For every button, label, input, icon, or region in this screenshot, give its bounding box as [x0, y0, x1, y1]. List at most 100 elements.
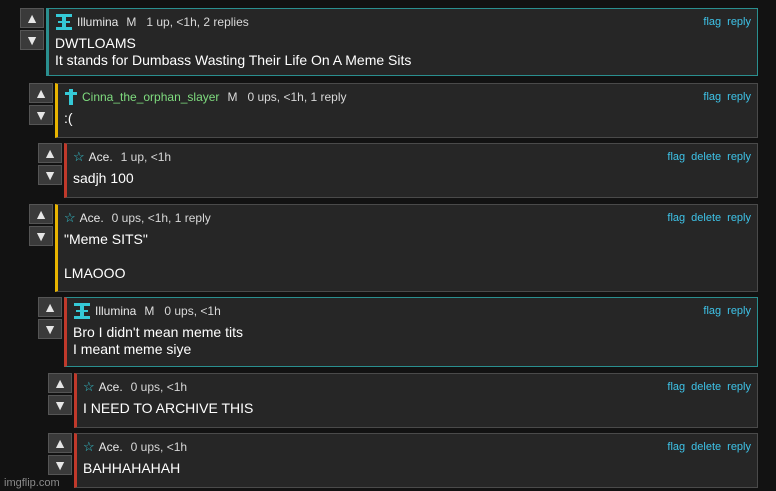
vote-controls: ▲ ▼ [20, 8, 46, 50]
upvote-button[interactable]: ▲ [38, 143, 62, 163]
comment-header: Cinna_the_orphan_slayer M 0 ups, <1h, 1 … [64, 88, 751, 106]
comment-body: DWTLOAMS It stands for Dumbass Wasting T… [55, 35, 749, 69]
downvote-button[interactable]: ▼ [38, 319, 62, 339]
comment-box: ☆ Ace. 0 ups, <1h, 1 reply flag delete r… [55, 204, 758, 292]
downvote-button[interactable]: ▼ [29, 105, 53, 125]
upvote-button[interactable]: ▲ [20, 8, 44, 28]
mod-badge: M [144, 304, 155, 318]
username[interactable]: Illumina [77, 15, 118, 29]
comment-meta: 1 up, <1h [120, 150, 172, 164]
reply-link[interactable]: reply [727, 441, 751, 453]
username[interactable]: Ace. [99, 380, 123, 394]
comment-box: ☆ Ace. 0 ups, <1h flag delete reply BAHH… [74, 433, 758, 488]
downvote-button[interactable]: ▼ [38, 165, 62, 185]
comment-header: ☆ Ace. 0 ups, <1h flag delete reply [83, 438, 751, 456]
illumina-badge-icon [55, 14, 73, 30]
username[interactable]: Ace. [80, 211, 104, 225]
comment-box: ☆ Ace. 1 up, <1h flag delete reply sadjh… [64, 143, 758, 198]
star-icon: ☆ [73, 149, 85, 164]
reply-link[interactable]: reply [727, 151, 751, 163]
flag-link[interactable]: flag [703, 91, 721, 103]
vote-controls: ▲ ▼ [29, 83, 55, 125]
downvote-button[interactable]: ▼ [29, 226, 53, 246]
delete-link[interactable]: delete [691, 212, 721, 224]
comment-header: Illumina M 0 ups, <1h flag reply [73, 302, 751, 320]
vote-controls: ▲ ▼ [29, 204, 55, 246]
reply-link[interactable]: reply [727, 305, 751, 317]
upvote-button[interactable]: ▲ [38, 297, 62, 317]
comment-6: ▲ ▼ ☆ Ace. 0 ups, <1h flag delete reply … [48, 373, 758, 428]
flag-link[interactable]: flag [667, 441, 685, 453]
upvote-button[interactable]: ▲ [29, 83, 53, 103]
comment-1: ▲ ▼ Illumina M 1 up, <1h, 2 replies flag… [20, 8, 758, 76]
comment-line: I NEED TO ARCHIVE THIS [83, 400, 254, 416]
comment-meta: 0 ups, <1h [164, 304, 221, 318]
comment-line: LMAOOO [64, 265, 126, 281]
comment-5: ▲ ▼ Illumina M 0 ups, <1h flag reply Bro… [38, 297, 758, 367]
upvote-button[interactable]: ▲ [48, 373, 72, 393]
watermark: imgflip.com [4, 477, 60, 489]
username[interactable]: Cinna_the_orphan_slayer [82, 90, 219, 104]
mod-badge: M [126, 15, 137, 29]
vote-controls: ▲ ▼ [38, 143, 64, 185]
comment-header: ☆ Ace. 1 up, <1h flag delete reply [73, 148, 751, 166]
comment-line: DWTLOAMS [55, 35, 136, 51]
comment-line: sadjh 100 [73, 170, 134, 186]
comment-meta: 0 ups, <1h [130, 380, 188, 394]
illumina-badge-icon [73, 303, 91, 319]
comment-2: ▲ ▼ Cinna_the_orphan_slayer M 0 ups, <1h… [29, 83, 758, 138]
comment-3: ▲ ▼ ☆ Ace. 1 up, <1h flag delete reply s… [38, 143, 758, 198]
flag-link[interactable]: flag [667, 151, 685, 163]
comment-box: Cinna_the_orphan_slayer M 0 ups, <1h, 1 … [55, 83, 758, 138]
upvote-button[interactable]: ▲ [29, 204, 53, 224]
downvote-button[interactable]: ▼ [48, 455, 72, 475]
comment-line: I meant meme siye [73, 341, 192, 357]
star-icon: ☆ [83, 439, 95, 454]
comment-line: "Meme SITS" [64, 231, 148, 247]
comment-line: :( [64, 110, 73, 126]
reply-link[interactable]: reply [727, 381, 751, 393]
delete-link[interactable]: delete [691, 151, 721, 163]
comment-box: Illumina M 1 up, <1h, 2 replies flag rep… [46, 8, 758, 76]
comment-body: sadjh 100 [73, 170, 749, 187]
comment-body: I NEED TO ARCHIVE THIS [83, 400, 749, 417]
reply-link[interactable]: reply [727, 91, 751, 103]
comment-7: ▲ ▼ ☆ Ace. 0 ups, <1h flag delete reply … [48, 433, 758, 488]
comment-header: ☆ Ace. 0 ups, <1h, 1 reply flag delete r… [64, 209, 751, 227]
comment-meta: 0 ups, <1h [130, 440, 188, 454]
flag-link[interactable]: flag [703, 305, 721, 317]
comment-4: ▲ ▼ ☆ Ace. 0 ups, <1h, 1 reply flag dele… [29, 204, 758, 292]
downvote-button[interactable]: ▼ [20, 30, 44, 50]
comment-body: :( [64, 110, 749, 127]
delete-link[interactable]: delete [691, 441, 721, 453]
username[interactable]: Ace. [99, 440, 123, 454]
flag-link[interactable]: flag [667, 381, 685, 393]
username[interactable]: Ace. [89, 150, 113, 164]
upvote-button[interactable]: ▲ [48, 433, 72, 453]
comment-header: Illumina M 1 up, <1h, 2 replies flag rep… [55, 13, 751, 31]
comment-body: Bro I didn't mean meme tits I meant meme… [73, 324, 749, 358]
comment-meta: 1 up, <1h, 2 replies [146, 15, 249, 29]
comment-box: Illumina M 0 ups, <1h flag reply Bro I d… [64, 297, 758, 367]
star-icon: ☆ [83, 379, 95, 394]
vote-controls: ▲ ▼ [48, 373, 74, 415]
comment-meta: 0 ups, <1h, 1 reply [111, 211, 211, 225]
star-icon: ☆ [64, 210, 76, 225]
vote-controls: ▲ ▼ [48, 433, 74, 475]
vote-controls: ▲ ▼ [38, 297, 64, 339]
reply-link[interactable]: reply [727, 212, 751, 224]
comment-body: BAHHAHAHAH [83, 460, 749, 477]
comment-box: ☆ Ace. 0 ups, <1h flag delete reply I NE… [74, 373, 758, 428]
flag-link[interactable]: flag [667, 212, 685, 224]
downvote-button[interactable]: ▼ [48, 395, 72, 415]
reply-link[interactable]: reply [727, 16, 751, 28]
comment-meta: 0 ups, <1h, 1 reply [247, 90, 347, 104]
delete-link[interactable]: delete [691, 381, 721, 393]
mod-badge: M [227, 90, 238, 104]
comment-line: It stands for Dumbass Wasting Their Life… [55, 52, 412, 68]
flag-link[interactable]: flag [703, 16, 721, 28]
username[interactable]: Illumina [95, 304, 136, 318]
comment-body: "Meme SITS" LMAOOO [64, 231, 749, 282]
cross-icon [64, 89, 78, 105]
comment-line: BAHHAHAHAH [83, 460, 181, 476]
